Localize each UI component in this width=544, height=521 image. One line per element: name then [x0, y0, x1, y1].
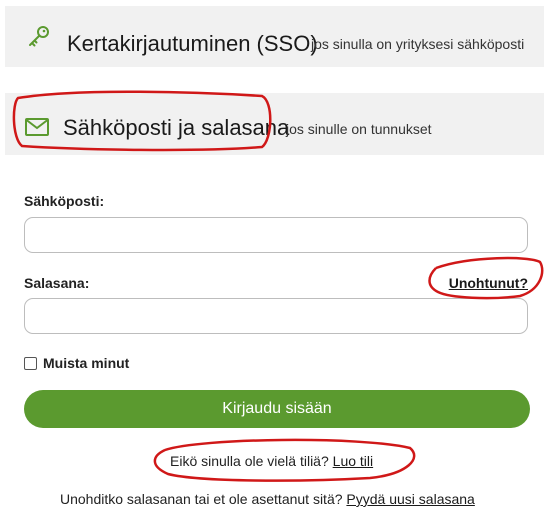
sso-title: Kertakirjautuminen (SSO)	[67, 31, 318, 56]
email-password-title: Sähköposti ja salasana	[63, 115, 290, 140]
create-account-link[interactable]: Luo tili	[333, 453, 373, 469]
sso-description: jos sinulla on yrityksesi sähköposti	[311, 36, 525, 52]
remember-me-label: Muista minut	[43, 355, 130, 371]
remember-me[interactable]: Muista minut	[24, 355, 129, 371]
remember-me-checkbox[interactable]	[24, 356, 37, 370]
password-field[interactable]	[24, 298, 528, 334]
no-account-line: Eikö sinulla ole vielä tiliä? Luo tili	[170, 453, 373, 469]
key-icon	[29, 26, 49, 47]
reset-password-text: Unohditko salasanan tai et ole asettanut…	[60, 491, 343, 507]
password-label: Salasana:	[24, 275, 90, 291]
reset-password-link[interactable]: Pyydä uusi salasana	[346, 491, 474, 507]
reset-password-line: Unohditko salasanan tai et ole asettanut…	[60, 491, 475, 507]
annotation-marks	[12, 90, 544, 482]
email-field[interactable]	[24, 217, 528, 253]
email-password-description: jos sinulle on tunnukset	[286, 121, 432, 137]
sso-option[interactable]: Kertakirjautuminen (SSO) jos sinulla on …	[5, 6, 544, 67]
envelope-icon	[25, 118, 49, 136]
login-button[interactable]: Kirjaudu sisään	[24, 390, 530, 428]
email-password-option[interactable]: Sähköposti ja salasana jos sinulle on tu…	[5, 93, 544, 155]
email-label: Sähköposti:	[24, 193, 105, 209]
forgot-password-link[interactable]: Unohtunut?	[449, 275, 528, 291]
no-account-text: Eikö sinulla ole vielä tiliä?	[170, 453, 329, 469]
